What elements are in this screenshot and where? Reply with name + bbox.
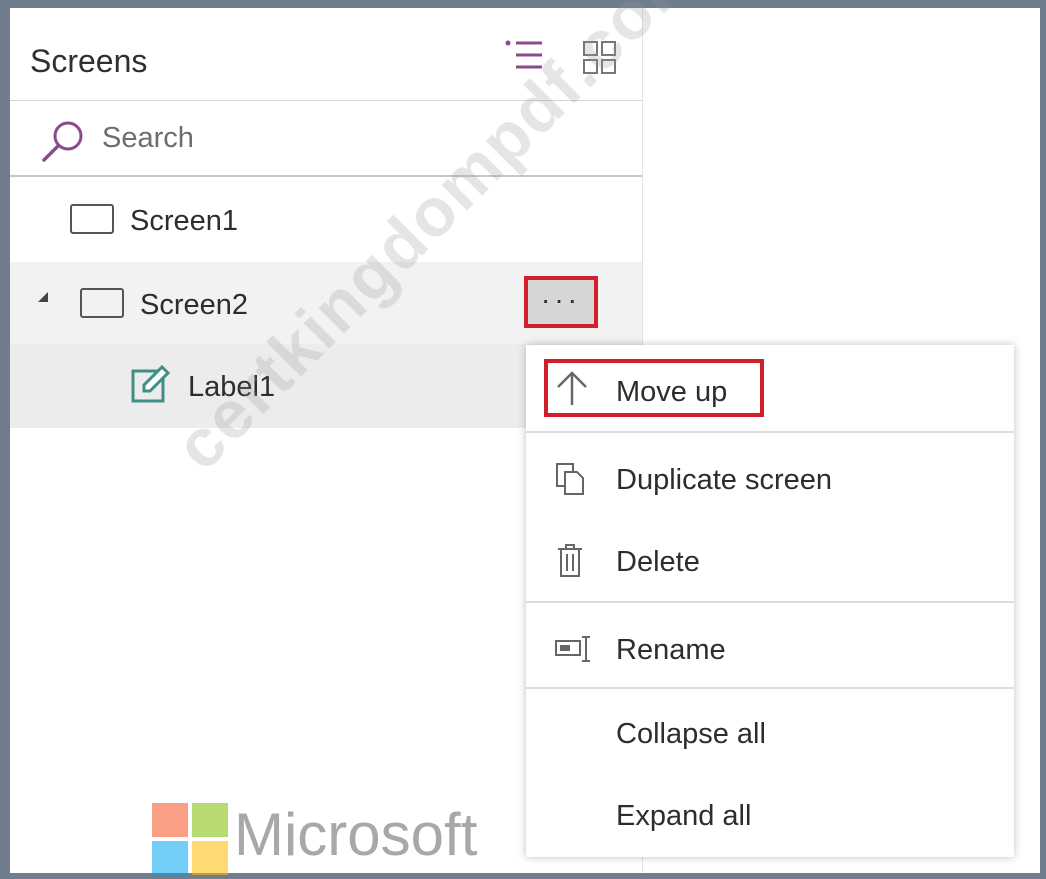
arrow-up-icon <box>554 367 590 412</box>
menu-divider <box>526 431 1014 433</box>
menu-divider <box>526 601 1014 603</box>
duplicate-icon <box>554 461 586 502</box>
menu-divider <box>526 687 1014 689</box>
context-menu: Move up Duplicate screen Delete Rename C… <box>526 345 1014 857</box>
menu-item-delete[interactable]: Delete <box>526 517 1014 601</box>
grid-view-icon[interactable] <box>582 40 618 81</box>
tree-view-icon[interactable] <box>504 38 544 79</box>
menu-item-collapse-all[interactable]: Collapse all <box>526 691 1014 775</box>
trash-icon <box>554 543 586 584</box>
menu-item-label: Delete <box>616 546 700 578</box>
menu-item-label: Expand all <box>616 800 752 832</box>
search-box[interactable] <box>10 101 642 177</box>
menu-item-label: Rename <box>616 634 726 666</box>
more-options-button[interactable]: ··· <box>524 276 598 328</box>
rename-icon <box>554 635 594 668</box>
label-edit-icon <box>130 364 172 411</box>
microsoft-logo-icon <box>152 803 228 875</box>
microsoft-brand-text: Microsoft <box>234 801 478 868</box>
panel-header: Screens <box>10 8 642 101</box>
panel-title: Screens <box>30 43 148 79</box>
expand-triangle-icon[interactable] <box>36 290 50 309</box>
screen-icon <box>80 288 124 318</box>
tree-item-label: Screen1 <box>130 205 239 237</box>
menu-item-duplicate-screen[interactable]: Duplicate screen <box>526 435 1014 519</box>
tree-item-label: Label1 <box>188 371 276 403</box>
menu-item-expand-all[interactable]: Expand all <box>526 773 1014 857</box>
tree-item-label: Screen2 <box>140 289 249 321</box>
tree-item-screen1[interactable]: Screen1 <box>10 180 642 262</box>
more-icon: ··· <box>541 284 581 315</box>
search-input[interactable] <box>100 117 624 159</box>
menu-item-label: Duplicate screen <box>616 464 832 496</box>
menu-item-label: Collapse all <box>616 718 766 750</box>
search-icon <box>40 119 86 168</box>
tree-item-screen2[interactable]: Screen2 ··· <box>10 262 642 344</box>
menu-item-move-up[interactable]: Move up <box>526 345 1014 429</box>
menu-item-label: Move up <box>616 376 728 408</box>
screen-icon <box>70 204 114 234</box>
menu-item-rename[interactable]: Rename <box>526 605 1014 689</box>
